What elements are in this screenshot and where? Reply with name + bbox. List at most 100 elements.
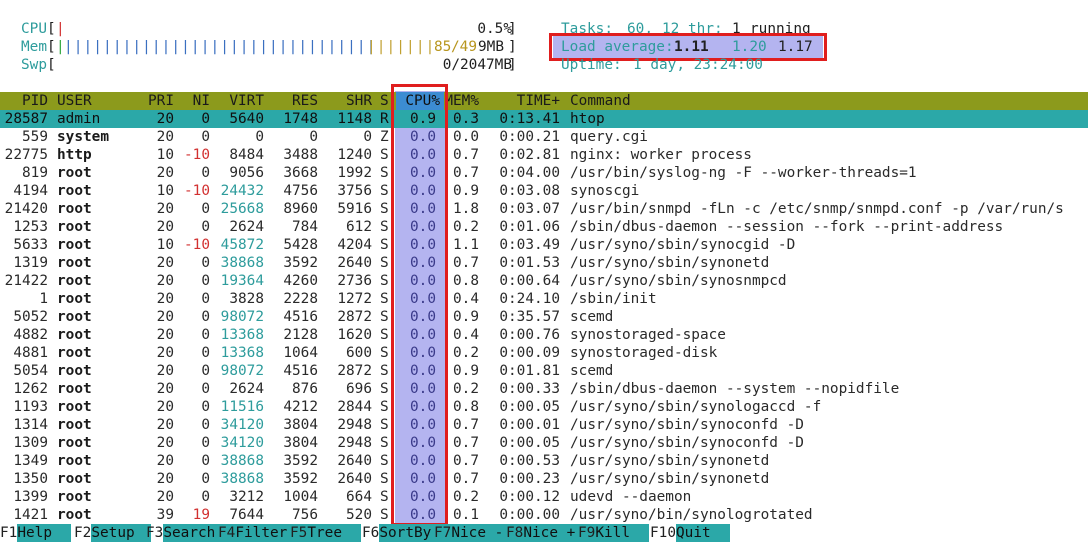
column-header-virt[interactable]: VIRT <box>216 92 264 110</box>
uptime-line: Uptime: 1 day, 23:24:00 <box>528 56 1088 74</box>
cell-mem: 0.8 <box>453 273 479 289</box>
cell-pid: 1399 <box>13 489 48 505</box>
fkey-help[interactable]: F1Help <box>0 524 72 542</box>
cell-time: 0:03.49 <box>499 237 560 253</box>
table-row[interactable]: 22775 http 10 -10 8484 3488 1240 S 0.0 0.7 0:02.81… <box>0 146 1088 164</box>
cell-ni: 0 <box>201 309 210 325</box>
cell-pri: 10 <box>156 183 174 199</box>
cell-ni: 19 <box>192 507 210 523</box>
cell-virt: 3828 <box>229 291 264 307</box>
cell-mem: 0.7 <box>453 471 479 487</box>
cell-ni: 0 <box>201 327 210 343</box>
table-row[interactable]: 1193 root 20 0 11516 4212 2844 S 0.0 0.8 0:00.05/u… <box>0 398 1088 416</box>
cell-res: 5428 <box>283 237 318 253</box>
cell-ni: 0 <box>201 345 210 361</box>
column-header-res[interactable]: RES <box>272 92 318 110</box>
cell-user: root <box>57 291 92 307</box>
cell-user: root <box>57 363 92 379</box>
cell-cmd: /usr/syno/bin/synologrotated <box>570 507 813 523</box>
cell-cpu: 0.0 <box>410 165 436 181</box>
table-row[interactable]: 819 root 20 0 9056 3668 1992 S 0.0 0.7 0:04.00/usr… <box>0 164 1088 182</box>
fkey-key: F7 <box>434 525 452 541</box>
cell-virt: 7644 <box>229 507 264 523</box>
cell-cpu: 0.0 <box>410 147 436 163</box>
cell-user: root <box>57 507 92 523</box>
table-row[interactable]: 4881 root 20 0 13368 1064 600 S 0.0 0.2 0:00.09 syn… <box>0 344 1088 362</box>
table-row[interactable]: 5633 root 10 -10 45872 5428 4204 S 0.0 1.1 0:03.49… <box>0 236 1088 254</box>
table-row[interactable]: 4882 root 20 0 13368 2128 1620 S 0.0 0.4 0:00.76 sy… <box>0 326 1088 344</box>
table-row[interactable]: 559 system 20 0 0 0 0 Z 0.0 0.0 0:00.21 query.cgi <box>0 128 1088 146</box>
fkey-kill[interactable]: F9Kill <box>578 524 650 542</box>
cell-pid: 4882 <box>13 327 48 343</box>
fkey-quit[interactable]: F10Quit <box>650 524 730 542</box>
cell-cpu: 0.0 <box>410 381 436 397</box>
cell-s: S <box>380 453 389 469</box>
table-row[interactable]: 21422 root 20 0 19364 4260 2736 S 0.0 0.8 0:00.64 /… <box>0 272 1088 290</box>
table-row[interactable]: 1319 root 20 0 38868 3592 2640 S 0.0 0.7 0:01.53/u… <box>0 254 1088 272</box>
column-header-state[interactable]: S <box>380 92 390 110</box>
column-header-ni[interactable]: NI <box>178 92 210 110</box>
load-average-label: Load average: <box>561 39 674 55</box>
cell-s: S <box>380 399 389 415</box>
cell-shr: 2948 <box>337 435 372 451</box>
fkey-setup[interactable]: F2Setup <box>74 524 152 542</box>
table-row[interactable]: 4194 root 10 -10 24432 4756 3756 S 0.0 0.9 0:03.08… <box>0 182 1088 200</box>
cell-shr: 0 <box>363 129 372 145</box>
column-header-user[interactable]: USER <box>57 92 137 110</box>
table-row[interactable]: 1 root 20 0 3828 2228 1272 S 0.0 0.4 0:24.10/sbin/… <box>0 290 1088 308</box>
table-row[interactable]: 1253 root 20 0 2624 784 612 S 0.0 0.2 0:01.06/sbin… <box>0 218 1088 236</box>
cell-cmd: /sbin/dbus-daemon --system --nopidfile <box>570 381 900 397</box>
table-row[interactable]: 1262 root 20 0 2624 876 696 S 0.0 0.2 0:00.33/sbin… <box>0 380 1088 398</box>
cell-s: S <box>380 291 389 307</box>
cell-mem: 0.7 <box>453 435 479 451</box>
cell-mem: 0.2 <box>453 381 479 397</box>
cell-s: R <box>380 111 389 127</box>
cell-ni: 0 <box>201 111 210 127</box>
table-row[interactable]: 1421 root 39 19 7644 756 520 S 0.0 0.1 0:00.00/usr… <box>0 506 1088 524</box>
table-row[interactable]: 1309 root 20 0 34120 3804 2948 S 0.0 0.7 0:00.05/u… <box>0 434 1088 452</box>
table-row[interactable]: 21420 root 20 0 25668 8960 5916 S 0.0 1.8 0:03.07 /… <box>0 200 1088 218</box>
cell-virt: 38868 <box>220 471 264 487</box>
cell-pid: 1421 <box>13 507 48 523</box>
cell-s: S <box>380 327 389 343</box>
cell-time: 0:00.00 <box>499 507 560 523</box>
column-header-time[interactable]: TIME+ <box>488 92 560 110</box>
column-header-pri[interactable]: PRI <box>142 92 174 110</box>
cell-ni: 0 <box>201 273 210 289</box>
cell-cpu: 0.0 <box>410 399 436 415</box>
cell-cpu: 0.0 <box>410 345 436 361</box>
cell-user: root <box>57 399 92 415</box>
fkey-tree[interactable]: F5Tree <box>290 524 362 542</box>
cell-virt: 24432 <box>220 183 264 199</box>
cell-user: root <box>57 345 92 361</box>
cell-s: S <box>380 255 389 271</box>
cell-pid: 1319 <box>13 255 48 271</box>
cell-ni: 0 <box>201 201 210 217</box>
table-row[interactable]: 1399 root 20 0 3212 1004 664 S 0.0 0.2 0:00.12 udev… <box>0 488 1088 506</box>
cpu-meter-label: CPU <box>21 21 47 37</box>
table-row[interactable]: 5052 root 20 0 98072 4516 2872 S 0.0 0.9 0:35.57 sc… <box>0 308 1088 326</box>
swp-meter-value: 0/2047MB <box>442 57 512 73</box>
cell-time: 0:00.21 <box>499 129 560 145</box>
cell-mem: 0.2 <box>453 345 479 361</box>
table-row[interactable]: 1349 root 20 0 38868 3592 2640 S 0.0 0.7 0:00.53/u… <box>0 452 1088 470</box>
column-header-mem[interactable]: MEM% <box>444 92 479 110</box>
column-header-command[interactable]: Command <box>570 92 631 110</box>
table-row[interactable]: 5054 root 20 0 98072 4516 2872 S 0.0 0.9 0:01.81 sc… <box>0 362 1088 380</box>
cell-pri: 20 <box>156 453 174 469</box>
cell-s: S <box>380 147 389 163</box>
table-row-selected[interactable]: 28587 admin 20 0 5640 1748 1148 R 0.9 0.3 0:13.41 h… <box>0 110 1088 128</box>
table-row[interactable]: 1314 root 20 0 34120 3804 2948 S 0.0 0.7 0:00.01/u… <box>0 416 1088 434</box>
column-header-cpu[interactable]: CPU% <box>396 92 440 110</box>
column-header-shr[interactable]: SHR <box>326 92 372 110</box>
cell-time: 0:13.41 <box>499 111 560 127</box>
cell-cpu: 0.0 <box>410 273 436 289</box>
cell-virt: 45872 <box>220 237 264 253</box>
load-average-1: 1.11 <box>674 39 709 55</box>
cell-mem: 0.7 <box>453 453 479 469</box>
column-header-pid[interactable]: PID <box>0 92 48 110</box>
cell-s: S <box>380 345 389 361</box>
table-row[interactable]: 1350 root 20 0 38868 3592 2640 S 0.0 0.7 0:00.23/u… <box>0 470 1088 488</box>
cell-virt: 34120 <box>220 435 264 451</box>
fkey-key: F6 <box>362 525 380 541</box>
